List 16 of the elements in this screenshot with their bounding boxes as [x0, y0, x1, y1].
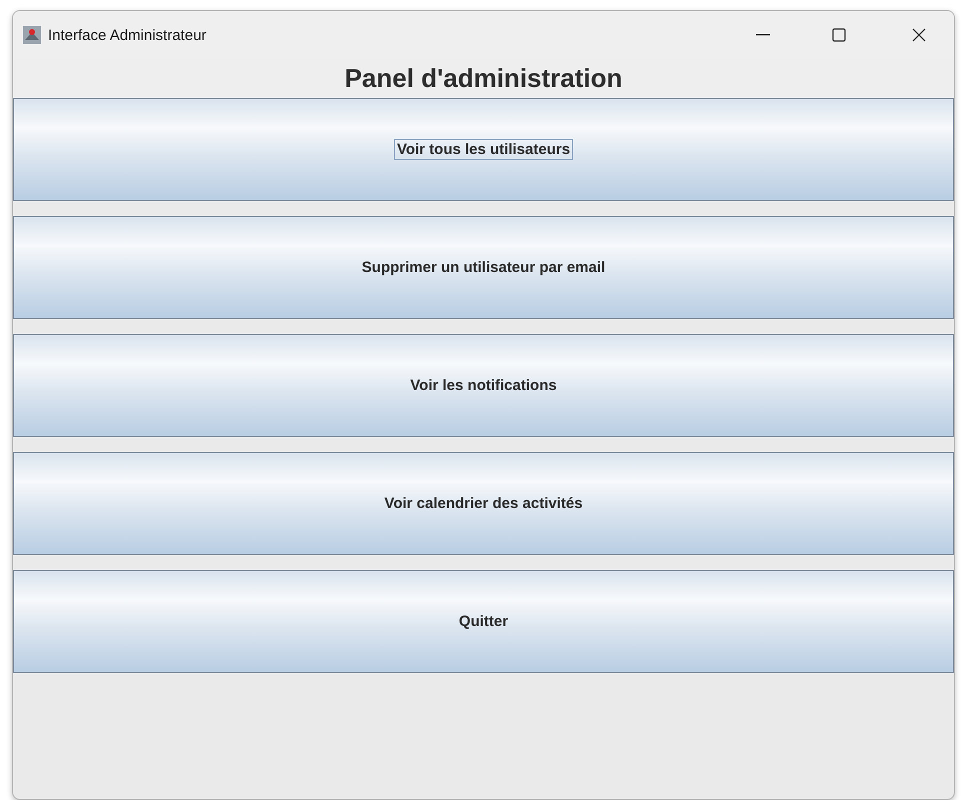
focus-ring: Quitter [458, 612, 510, 632]
panel-heading: Panel d'administration [344, 63, 622, 94]
menu-button[interactable]: Quitter [13, 570, 954, 673]
menu-button[interactable]: Voir tous les utilisateurs [13, 98, 954, 201]
minimize-icon [756, 34, 770, 36]
focus-ring: Voir calendrier des activités [383, 494, 584, 514]
maximize-icon [831, 27, 847, 43]
focus-ring: Voir les notifications [409, 376, 558, 396]
close-icon [911, 27, 927, 43]
app-icon [23, 26, 41, 44]
menu-button[interactable]: Voir les notifications [13, 334, 954, 437]
menu-button[interactable]: Supprimer un utilisateur par email [13, 216, 954, 319]
menu-button[interactable]: Voir calendrier des activités [13, 452, 954, 555]
focus-ring: Supprimer un utilisateur par email [360, 258, 606, 278]
focus-ring: Voir tous les utilisateurs [394, 139, 574, 160]
window-title: Interface Administrateur [48, 26, 208, 44]
